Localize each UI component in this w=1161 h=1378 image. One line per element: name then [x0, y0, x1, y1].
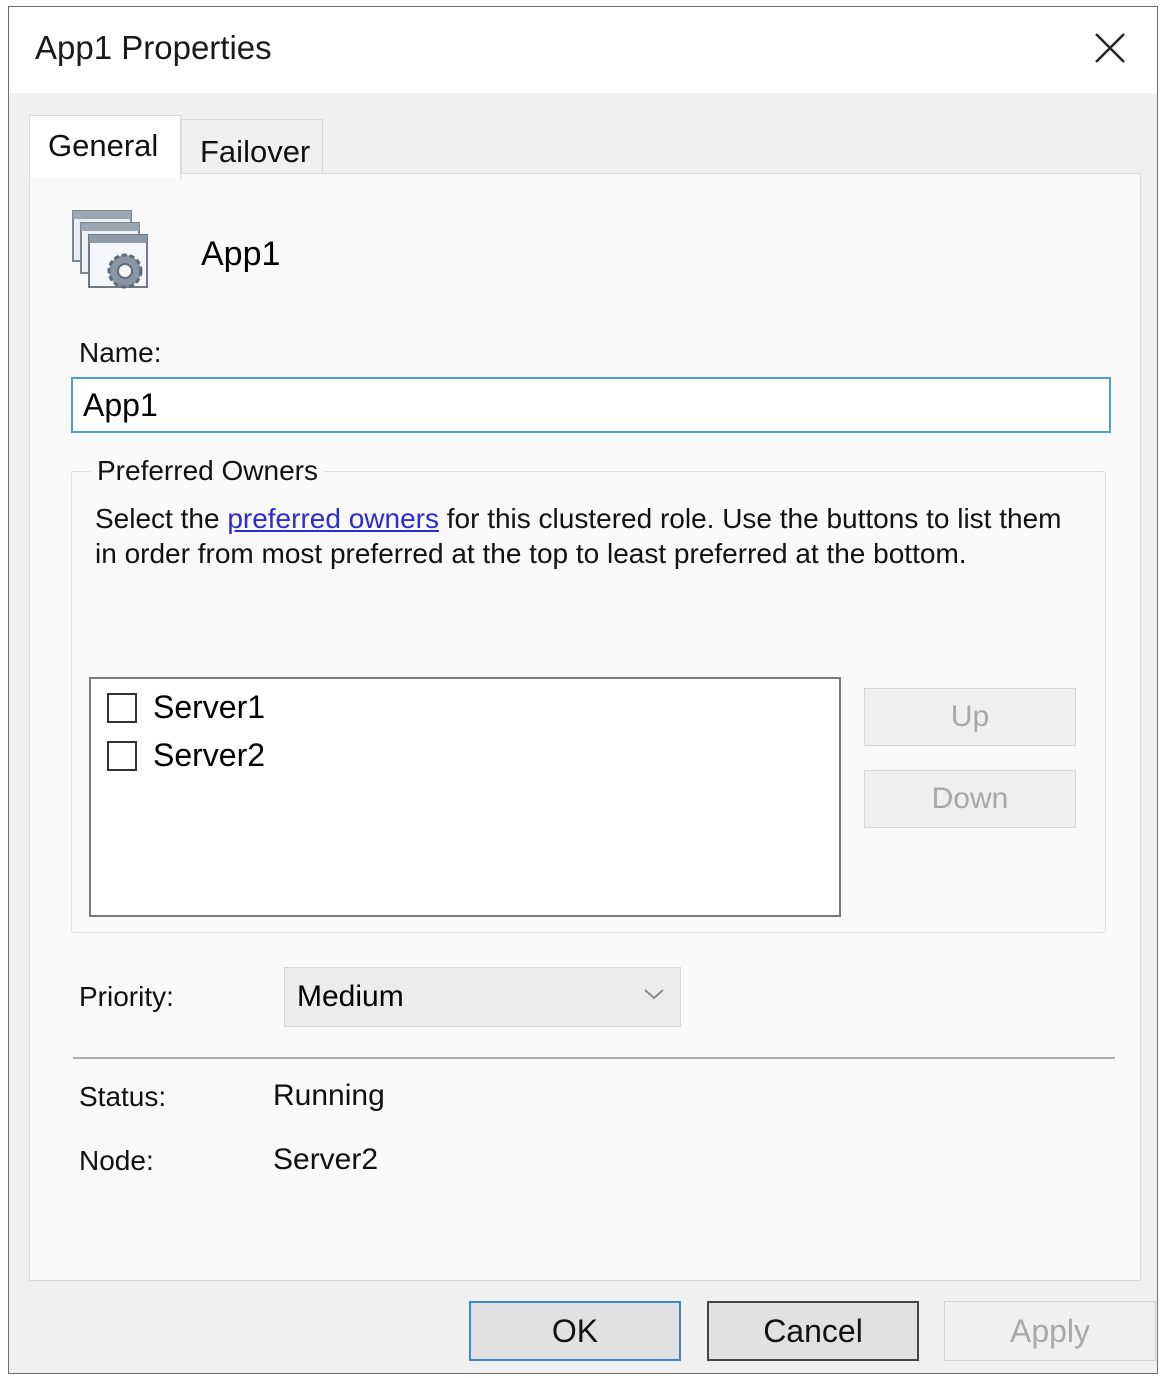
close-button[interactable] — [1079, 17, 1141, 79]
server1-label: Server1 — [153, 689, 266, 725]
preferred-owners-list[interactable]: Server1 Server2 — [89, 677, 841, 917]
status-label: Status: — [79, 1081, 167, 1112]
window-title: App1 Properties — [35, 29, 272, 66]
server2-label: Server2 — [153, 737, 266, 773]
node-value: Server2 — [273, 1143, 379, 1176]
title-bar: App1 Properties — [9, 7, 1157, 93]
preferred-owners-legend: Preferred Owners — [91, 455, 324, 487]
chevron-down-icon — [644, 989, 664, 1000]
tab-general[interactable]: General — [29, 115, 181, 179]
description-text-start: Select the — [95, 503, 228, 534]
apply-button[interactable]: Apply — [944, 1301, 1156, 1361]
node-label: Node: — [79, 1145, 154, 1176]
server2-checkbox[interactable] — [107, 740, 137, 771]
tab-failover[interactable]: Failover — [181, 119, 323, 175]
name-label: Name: — [79, 337, 162, 368]
close-icon — [1095, 33, 1125, 63]
separator — [73, 1057, 1115, 1059]
priority-value: Medium — [297, 980, 404, 1013]
cancel-button[interactable]: Cancel — [707, 1301, 919, 1361]
list-item-server1[interactable]: Server1 — [107, 689, 265, 726]
name-input[interactable] — [71, 377, 1111, 433]
server1-checkbox[interactable] — [107, 692, 137, 723]
preferred-owners-link[interactable]: preferred owners — [227, 503, 439, 534]
priority-label: Priority: — [79, 981, 174, 1012]
priority-select[interactable]: Medium — [284, 967, 681, 1027]
up-button[interactable]: Up — [864, 688, 1076, 746]
application-gear-icon — [72, 210, 148, 289]
properties-dialog: App1 Properties General Failover App1 Na… — [8, 6, 1158, 1374]
ok-button[interactable]: OK — [469, 1301, 681, 1361]
list-item-server2[interactable]: Server2 — [107, 737, 265, 774]
role-name-heading: App1 — [201, 235, 281, 273]
preferred-owners-description: Select the preferred owners for this clu… — [95, 501, 1085, 571]
down-button[interactable]: Down — [864, 770, 1076, 828]
status-value: Running — [273, 1079, 385, 1112]
